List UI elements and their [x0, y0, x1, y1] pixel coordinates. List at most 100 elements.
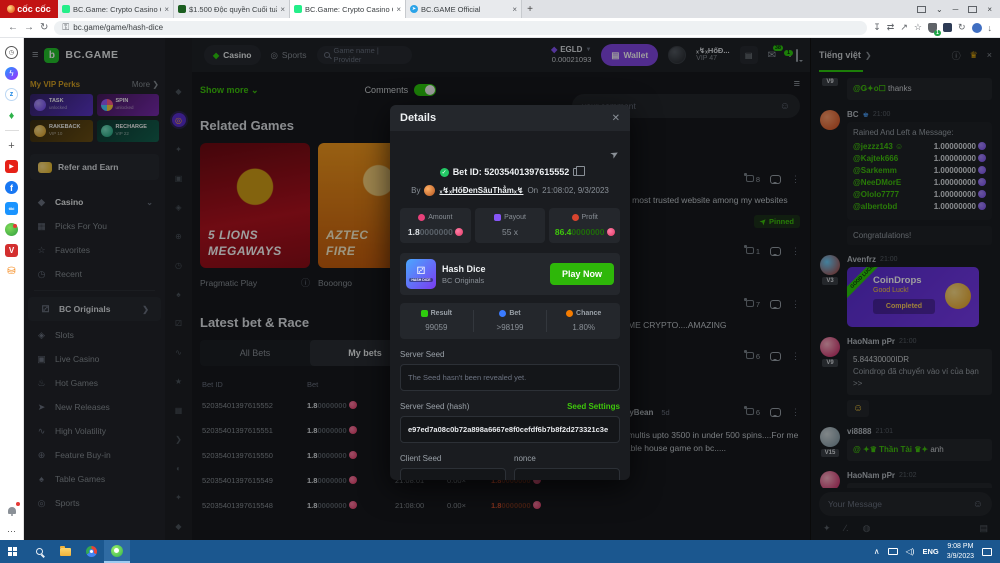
category-icon[interactable]: ⊕ [172, 229, 186, 243]
vip-perks-more-link[interactable]: More ❯ [132, 80, 159, 89]
action-center-icon[interactable] [982, 548, 992, 556]
perk-rakeback[interactable]: RAKEBACKVIP 10 [30, 120, 93, 142]
rules-icon[interactable]: ∕. [845, 523, 849, 533]
gif-icon[interactable]: ◍ [863, 523, 871, 534]
coccoc-taskbar-icon[interactable] [104, 540, 130, 563]
category-icon[interactable]: ▦ [172, 403, 186, 417]
sidebar-item-favorites[interactable]: ☆Favorites [24, 238, 165, 262]
game-card-5-lions[interactable]: 5 LIONS MEGAWAYS [200, 143, 310, 268]
play-now-button[interactable]: Play Now [550, 263, 614, 285]
comments-menu-icon[interactable]: ≡ [794, 78, 800, 94]
emoji-icon[interactable]: ☺ [780, 101, 790, 112]
chat-close-icon[interactable]: × [987, 50, 992, 60]
tray-chevron-icon[interactable]: ∧ [874, 547, 880, 556]
server-seed-hash-value[interactable]: e97ed7a08c0b72a898a6667e8f0cefdf6b7b8f2d… [400, 416, 620, 443]
url-text[interactable]: bc.game/game/hash-dice [73, 23, 163, 32]
user-avatar[interactable] [820, 337, 840, 357]
coccoc-brand[interactable]: cốc cốc [0, 0, 58, 18]
like-icon[interactable] [746, 175, 754, 182]
youtube-icon[interactable]: ▶ [5, 160, 18, 173]
completed-button[interactable]: Completed [873, 299, 935, 314]
category-icon[interactable]: ◷ [172, 258, 186, 272]
volume-icon[interactable]: ◁) [906, 547, 915, 556]
kebab-menu-icon[interactable]: ⋮ [791, 407, 800, 418]
category-icon[interactable]: ⚂ [172, 316, 186, 330]
facebook-icon[interactable]: f [5, 181, 18, 194]
profile-avatar-icon[interactable] [972, 23, 982, 33]
sports-ball-icon[interactable] [5, 223, 18, 236]
reply-icon[interactable] [770, 247, 781, 256]
shop-cart-icon[interactable]: ⛁ [5, 265, 18, 278]
chat-toggle-icon[interactable] [796, 50, 798, 61]
bettor-name[interactable]: ₓ↯ₓHốĐenSâuThẳmₓ↯ [439, 186, 523, 195]
category-icon[interactable]: ❯ [172, 432, 186, 446]
like-icon[interactable] [746, 300, 754, 307]
gamepad-icon[interactable]: ♦ [5, 109, 18, 122]
reload-button[interactable]: ↻ [40, 23, 48, 33]
browser-tab-3-active[interactable]: BC.Game: Crypto Casino Ga× [290, 0, 406, 18]
input-language[interactable]: ENG [922, 547, 938, 556]
taskbar-clock[interactable]: 9:08 PM3/9/2023 [947, 542, 974, 560]
vtv-icon[interactable]: V [5, 244, 18, 257]
chat-message-input[interactable]: Your Message☺ [819, 492, 992, 516]
seed-settings-link[interactable]: Seed Settings [567, 402, 620, 411]
back-button[interactable]: ← [8, 23, 18, 33]
category-icon[interactable]: ◈ [172, 200, 186, 214]
notifications-bell-icon[interactable] [5, 504, 18, 517]
user-info[interactable]: ₓ↯ₓHốĐ... VIP 47 [696, 46, 729, 64]
user-avatar[interactable] [820, 471, 840, 488]
bc-logo-text[interactable]: BC.GAME [65, 49, 118, 61]
sidebar-item-table-games[interactable]: ♠Table Games [24, 467, 165, 491]
sidebar-item-live-casino[interactable]: ▣Live Casino [24, 347, 165, 371]
chat-info-icon[interactable]: ⓘ [952, 49, 961, 62]
extension-icon[interactable] [943, 23, 952, 32]
category-icon[interactable]: ◆ [172, 84, 186, 98]
perk-spin[interactable]: SPINunlocked [97, 94, 160, 116]
trophy-icon[interactable]: ♛ [970, 50, 978, 61]
like-icon[interactable] [746, 408, 754, 415]
table-row[interactable]: 52035401397615548 1.80000000 21:08:00 0.… [200, 493, 558, 518]
mail-icon[interactable]: ✉38 [768, 50, 776, 61]
user-avatar[interactable] [820, 255, 840, 275]
file-explorer-icon[interactable] [52, 540, 78, 563]
provider-pragmatic[interactable]: Pragmatic Playⓘ [200, 276, 310, 289]
wallet-button[interactable]: ▤Wallet [601, 44, 658, 66]
minimize-button[interactable]: ─ [953, 5, 959, 14]
zalo-icon[interactable]: z [5, 88, 18, 101]
chat-language-selector[interactable]: Tiếng việt [819, 50, 861, 60]
modal-close-icon[interactable]: ✕ [612, 113, 620, 124]
category-icon[interactable]: ▣ [172, 171, 186, 185]
quests-icon[interactable]: ▤ [740, 46, 758, 64]
chrome-icon[interactable] [78, 540, 104, 563]
maximize-button[interactable] [968, 6, 977, 13]
perk-task[interactable]: TASKunlocked [30, 94, 93, 116]
browser-tab-1[interactable]: BC.Game: Crypto Casino Ga× [58, 0, 174, 18]
tab-close-icon[interactable]: × [280, 5, 285, 14]
sidebar-item-slots[interactable]: ◈Slots [24, 323, 165, 347]
kebab-menu-icon[interactable]: ⋮ [791, 246, 800, 257]
kebab-menu-icon[interactable]: ⋮ [791, 174, 800, 185]
bookmark-star-icon[interactable]: ☆ [914, 22, 922, 33]
info-icon[interactable]: ⓘ [301, 276, 310, 289]
coindrops-card[interactable]: GOOD LUCK CoinDrops Good Luck! Completed [847, 267, 979, 327]
sidebar-item-picks[interactable]: ▦Picks For You [24, 214, 165, 238]
hamburger-menu-icon[interactable]: ≡ [32, 49, 38, 61]
browser-tab-2[interactable]: $1.500 Độc quyền Cuối tuần× [174, 0, 290, 18]
sidebar-item-sports[interactable]: ◎Sports [24, 491, 165, 515]
tab-all-bets[interactable]: All Bets [200, 340, 310, 366]
user-avatar[interactable] [668, 46, 686, 64]
messenger-icon[interactable]: ϟ [5, 67, 18, 80]
taskbar-search-icon[interactable] [26, 540, 52, 563]
forward-button[interactable]: → [24, 23, 34, 33]
history-icon[interactable]: ◷ [5, 46, 18, 59]
tab-search-icon[interactable]: ⌄ [936, 5, 943, 14]
tab-close-icon[interactable]: × [512, 5, 517, 14]
adblock-shield-icon[interactable]: 1 [928, 23, 937, 33]
tab-close-icon[interactable]: × [164, 5, 169, 14]
currency-selector[interactable]: ◆EGLD▼ 0.00021093 [551, 45, 591, 64]
category-icon[interactable]: ∿ [172, 345, 186, 359]
rain-icon[interactable]: ✦ [823, 523, 831, 534]
reply-icon[interactable] [770, 408, 781, 417]
sidebar-item-hot-games[interactable]: ♨Hot Games [24, 371, 165, 395]
reply-icon[interactable] [770, 175, 781, 184]
